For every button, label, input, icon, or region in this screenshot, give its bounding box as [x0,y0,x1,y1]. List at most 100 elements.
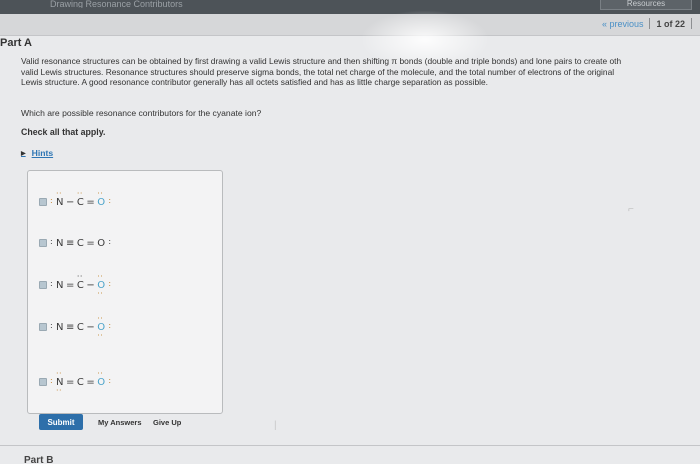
hints-label[interactable]: Hints [32,148,53,158]
page-count: 1 of 22 [656,18,685,29]
bond: = [65,376,75,388]
checkbox[interactable] [39,281,47,289]
lone-pair: ·· [76,271,83,281]
stray-mark: ⌐ [628,204,634,215]
atom-symbol: O [97,376,106,388]
checkbox[interactable] [39,378,47,386]
bond: = [65,279,75,291]
bond: − [65,196,75,208]
oxygen-atom: ·· : O [97,189,111,208]
pagination: « previous 1 of 22 [602,18,692,29]
hints-link[interactable]: ▶ Hints [21,148,53,158]
checkbox[interactable] [39,323,47,331]
question-text: Which are possible resonance contributor… [21,108,262,118]
carbon-atom: C [77,377,84,388]
lone-pair: ·· [97,271,104,281]
option-2[interactable]: : N ≡ C = O : [39,233,111,253]
lewis-structure: : N ≡ C = O : [50,237,111,249]
lone-pair: ·· [97,288,104,298]
atom-symbol: O [97,196,106,208]
nitrogen-atom: ·· : ·· N [50,369,64,394]
my-answers-link[interactable]: My Answers [98,418,142,427]
next-part-title[interactable]: Part B [24,455,53,464]
give-up-link[interactable]: Give Up [153,418,181,427]
lone-pair: : [50,278,54,288]
top-bar: Drawing Resonance Contributors Resources [0,0,700,14]
atom-symbol: N [56,237,64,249]
text-cursor-icon: | [274,420,277,431]
intro-line: Valid resonance structures can be obtain… [21,56,622,66]
lewis-structure: : N ≡ C − ·· ·· : O [50,314,111,339]
nav-divider-right [691,18,692,29]
section-divider [0,445,700,446]
oxygen-atom: ·· ·· : O [97,314,111,339]
bond: = [86,376,96,388]
previous-link[interactable]: « previous [602,19,644,29]
carbon-atom: ·· C [76,272,85,291]
lewis-structure: : N = ·· C − ·· : ·· O [50,272,111,297]
intro-line: valid Lewis structures. Resonance struct… [21,66,615,77]
atom-symbol: C [76,376,85,388]
submit-button[interactable]: Submit [39,414,83,430]
bond: ≡ [65,237,75,249]
checkbox[interactable] [39,198,47,206]
atom-symbol: O [97,237,106,249]
atom-symbol: C [76,321,85,333]
instruction-text: Check all that apply. [21,127,106,137]
nitrogen-atom: : N [50,321,64,333]
atom-symbol: C [76,279,85,291]
bond: − [86,279,96,291]
lone-pair: ·· [97,313,104,323]
lone-pair: : [108,236,112,246]
atom-symbol: C [76,196,85,208]
carbon-atom: ·· C [76,189,85,208]
lone-pair: ·· [97,188,104,198]
intro-line: Lewis structure. A good resonance contri… [21,77,488,87]
carbon-atom: C [77,238,84,249]
lone-pair: ·· [97,330,104,340]
nav-bar: « previous 1 of 22 [0,14,700,36]
atom-symbol: C [76,237,85,249]
lone-pair: : [50,375,54,385]
nitrogen-atom: ·· : N [50,189,64,208]
faded-tab-title: Drawing Resonance Contributors [50,0,183,8]
atom-symbol: N [56,196,64,208]
nitrogen-atom: : N [50,237,64,249]
lone-pair: ·· [56,385,63,395]
checkbox[interactable] [39,239,47,247]
atom-symbol: N [56,321,64,333]
lone-pair: : [108,320,112,330]
option-1[interactable]: ·· : N − ·· C = ·· : O [39,189,111,212]
oxygen-atom: ·· : O [97,369,111,388]
lone-pair: : [108,278,112,288]
bond: ≡ [65,321,75,333]
oxygen-atom: O : [97,237,111,249]
answer-options-box: ·· : N − ·· C = ·· : O : N ≡ C = O:: N… [27,170,223,414]
lone-pair: ·· [56,368,63,378]
expand-triangle-icon: ▶ [21,150,26,157]
bond: = [86,196,96,208]
option-3[interactable]: : N = ·· C − ·· : ·· O [39,272,111,297]
lone-pair: ·· [56,188,63,198]
lone-pair: : [50,320,54,330]
intro-text: Valid resonance structures can be obtain… [21,56,700,88]
option-5[interactable]: ·· : ·· N = C = ·· : O [39,369,111,394]
lone-pair: ·· [76,188,83,198]
lewis-structure: ·· : ·· N = C = ·· : O [50,369,111,394]
lone-pair: : [50,195,54,205]
bond: − [86,321,96,333]
nav-divider [649,18,651,29]
atom-symbol: N [56,279,64,291]
lone-pair: : [108,195,112,205]
lone-pair: ·· [97,368,104,378]
nitrogen-atom: : N [50,279,64,291]
carbon-atom: C [77,322,84,333]
option-4[interactable]: : N ≡ C − ·· ·· : O [39,314,111,339]
bond: = [86,237,96,249]
lone-pair: : [108,375,112,385]
lone-pair: : [50,236,54,246]
oxygen-atom: ·· : ·· O [97,272,111,297]
lewis-structure: ·· : N − ·· C = ·· : O [50,189,111,208]
resources-tab[interactable]: Resources [600,0,692,10]
part-title: Part A [0,37,32,49]
